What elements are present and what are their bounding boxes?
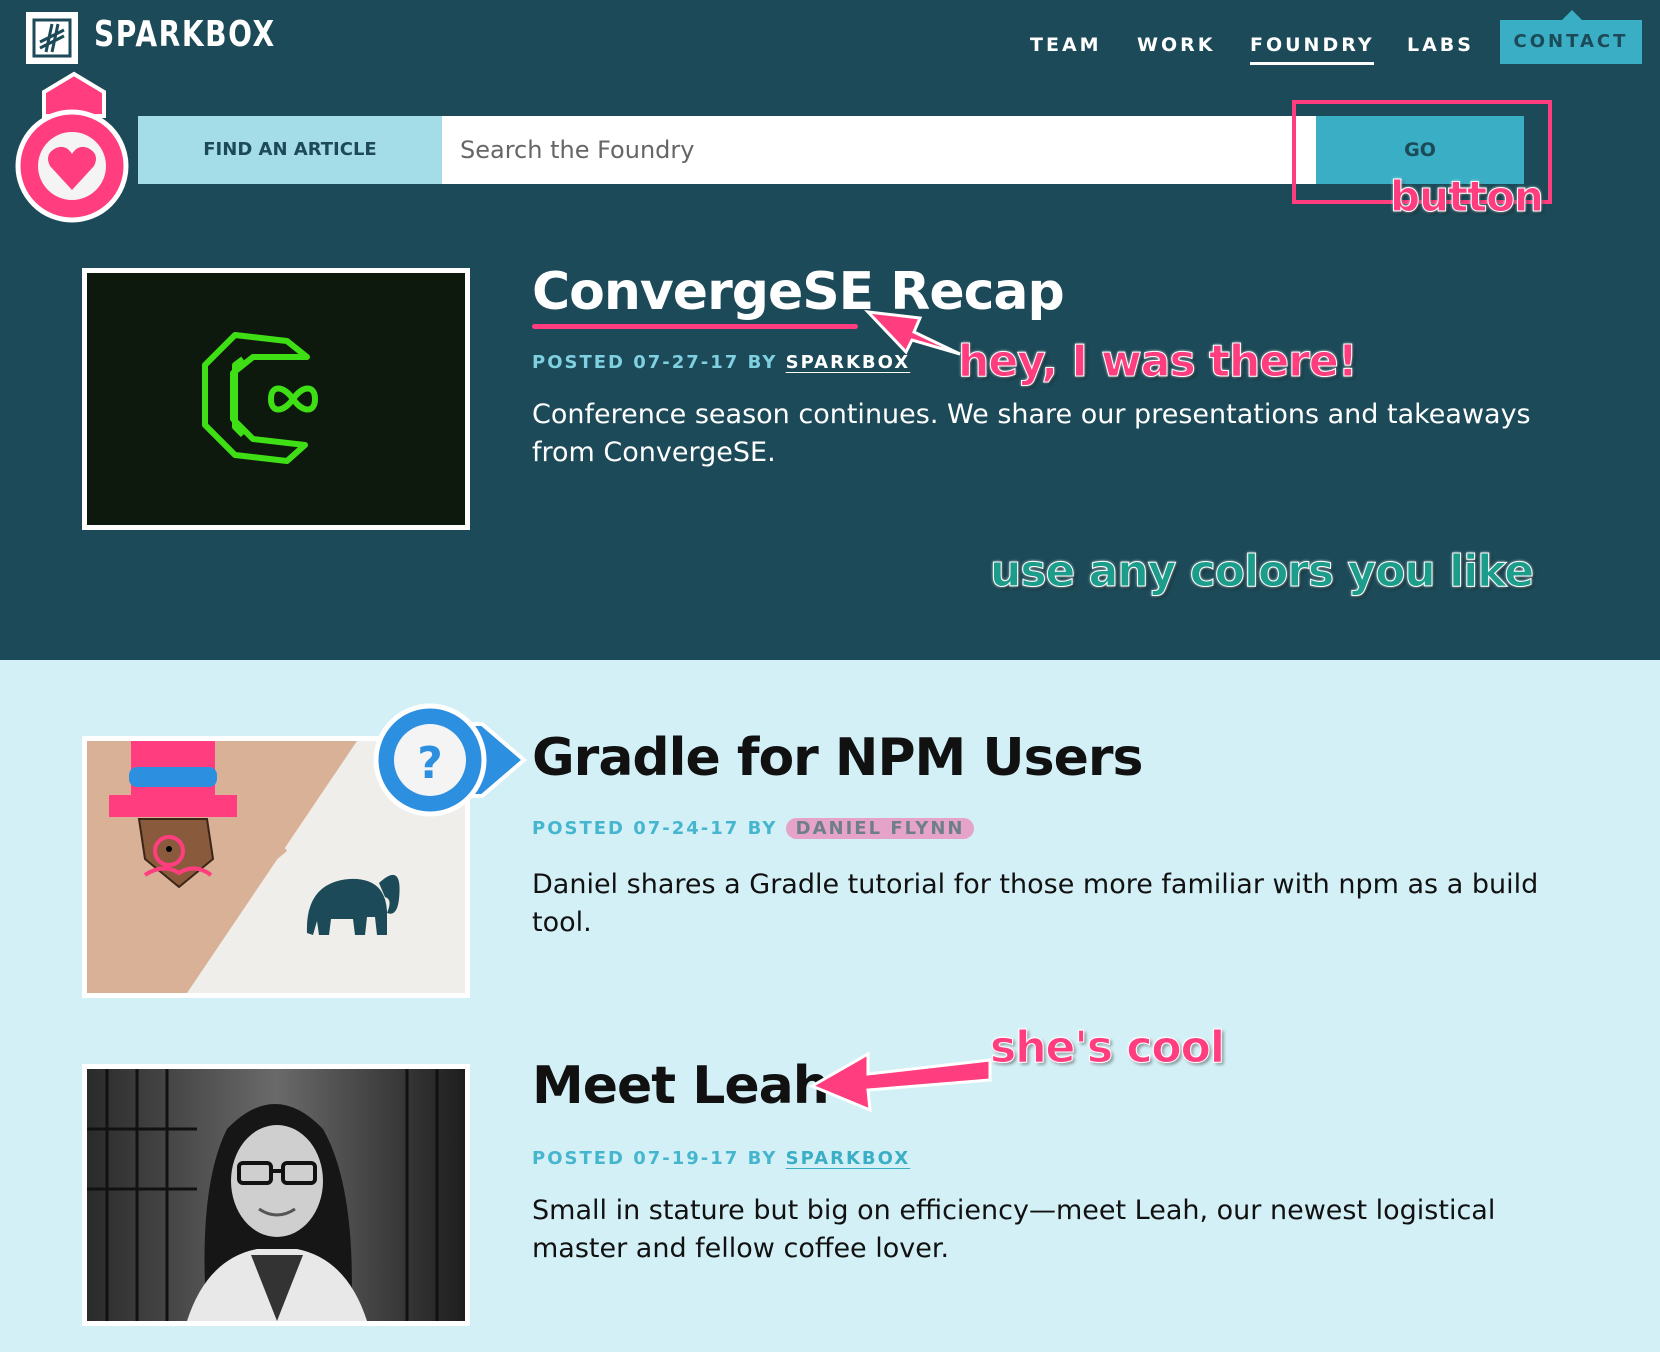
annotation-there-label: hey, I was there! [958,336,1359,388]
svg-text:?: ? [417,738,443,789]
annotation-button-label: button [1390,172,1545,222]
question-pin-icon: ? [373,703,528,817]
arrow-icon [808,310,992,1113]
annotation-colors-label: use any colors you like [989,546,1534,598]
heart-pin-icon [15,71,129,223]
annotation-cool-label: she's cool [990,1022,1226,1074]
